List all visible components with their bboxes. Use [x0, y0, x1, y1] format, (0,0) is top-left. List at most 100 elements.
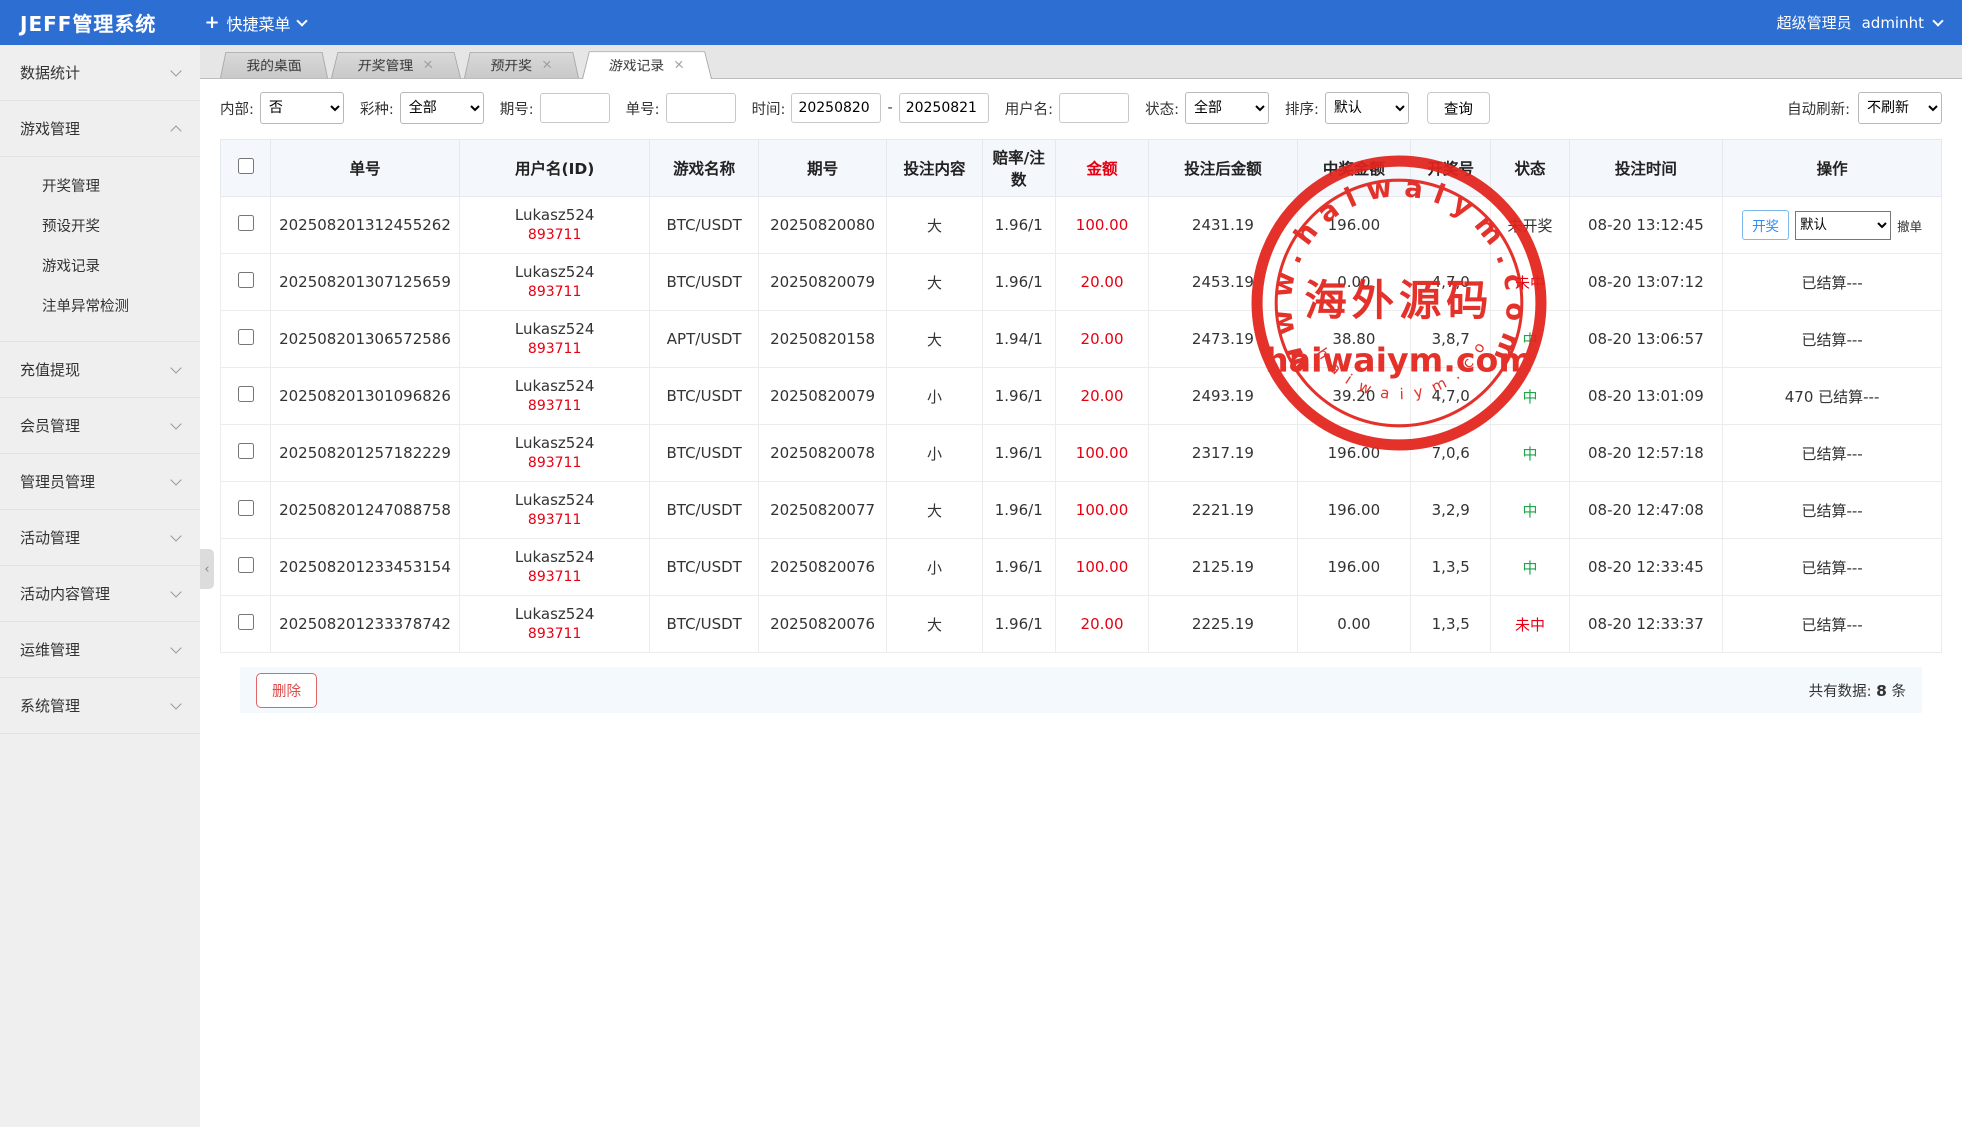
sidebar-item-label: 活动内容管理	[20, 583, 110, 604]
delete-button[interactable]: 删除	[256, 673, 317, 708]
cell-bet-content: 大	[887, 311, 982, 368]
sidebar-item[interactable]: 运维管理	[0, 622, 200, 678]
column-header: 用户名(ID)	[459, 140, 650, 197]
filter-status-select[interactable]: 全部	[1185, 92, 1269, 124]
cell-amount: 20.00	[1055, 596, 1148, 653]
cell-balance-after: 2225.19	[1149, 596, 1298, 653]
row-checkbox[interactable]	[238, 272, 254, 288]
cell-balance-after: 2125.19	[1149, 539, 1298, 596]
query-button[interactable]: 查询	[1427, 92, 1490, 124]
sidebar-collapse-handle[interactable]: ‹	[200, 549, 214, 589]
cell-username: Lukasz524893711	[459, 368, 650, 425]
filter-order-input[interactable]	[666, 93, 736, 123]
select-all-checkbox[interactable]	[238, 158, 254, 174]
chevron-down-icon	[170, 362, 181, 373]
filter-internal-select[interactable]: 否	[260, 92, 344, 124]
cell-bet-content: 大	[887, 197, 982, 254]
cell-username: Lukasz524893711	[459, 197, 650, 254]
filter-time-to-input[interactable]	[899, 93, 989, 123]
username-text: Lukasz524	[464, 263, 646, 283]
cell-draw-numbers	[1411, 197, 1491, 254]
cell-game-name: BTC/USDT	[650, 197, 758, 254]
filter-sort-select[interactable]: 默认	[1325, 92, 1409, 124]
draw-mode-select[interactable]: 默认	[1795, 211, 1891, 240]
cell-odds: 1.96/1	[982, 197, 1055, 254]
settled-text: 已结算---	[1801, 559, 1862, 577]
cell-action: 开奖默认撤单	[1723, 197, 1942, 254]
sidebar-item[interactable]: 活动内容管理	[0, 566, 200, 622]
column-header: 金额	[1055, 140, 1148, 197]
user-id-text: 893711	[464, 511, 646, 529]
auto-refresh-select[interactable]: 不刷新	[1858, 92, 1942, 124]
cell-username: Lukasz524893711	[459, 596, 650, 653]
tab-close-icon[interactable]: ×	[541, 59, 553, 72]
cell-win-amount: 38.80	[1297, 311, 1410, 368]
cell-username: Lukasz524893711	[459, 311, 650, 368]
cell-odds: 1.96/1	[982, 482, 1055, 539]
tab-item[interactable]: 我的桌面	[220, 52, 328, 78]
column-header: 投注内容	[887, 140, 982, 197]
settled-text: 已结算---	[1801, 502, 1862, 520]
cell-draw-numbers: 3,2,9	[1411, 482, 1491, 539]
tab-item[interactable]: 开奖管理×	[331, 52, 461, 78]
sidebar-item[interactable]: 数据统计	[0, 45, 200, 101]
row-checkbox[interactable]	[238, 386, 254, 402]
tab-close-icon[interactable]: ×	[422, 59, 435, 72]
row-checkbox[interactable]	[238, 557, 254, 573]
cell-bet-time: 08-20 13:12:45	[1569, 197, 1723, 254]
row-checkbox[interactable]	[238, 215, 254, 231]
cell-order-no: 202508201247088758	[271, 482, 460, 539]
filter-lottery-label: 彩种:	[360, 98, 394, 119]
total-label: 共有数据:	[1809, 684, 1872, 700]
cell-balance-after: 2431.19	[1149, 197, 1298, 254]
filter-bar: 内部: 否 彩种: 全部 期号: 单号: 时间: - 用户名: 状态: 全部 排…	[200, 79, 1962, 135]
tab-close-icon[interactable]: ×	[673, 59, 686, 72]
chevron-down-icon	[170, 642, 181, 653]
cell-odds: 1.96/1	[982, 368, 1055, 425]
cancel-order-link[interactable]: 撤单	[1897, 216, 1922, 235]
sidebar-subitem[interactable]: 注单异常检测	[0, 287, 200, 327]
sidebar-item[interactable]: 游戏管理	[0, 101, 200, 157]
sidebar-item[interactable]: 充值提现	[0, 342, 200, 398]
sidebar-item[interactable]: 管理员管理	[0, 454, 200, 510]
column-header: 操作	[1723, 140, 1942, 197]
user-menu[interactable]: 超级管理员 adminht	[1777, 12, 1942, 33]
draw-button[interactable]: 开奖	[1742, 210, 1789, 240]
table-row: 202508201307125659Lukasz524893711BTC/USD…	[221, 254, 1942, 311]
total-number: 8	[1876, 682, 1887, 700]
total-unit: 条	[1892, 684, 1907, 700]
row-checkbox[interactable]	[238, 329, 254, 345]
sidebar-subitem[interactable]: 预设开奖	[0, 207, 200, 247]
sidebar-item[interactable]: 会员管理	[0, 398, 200, 454]
user-name: adminht	[1862, 14, 1924, 32]
sidebar-item[interactable]: 活动管理	[0, 510, 200, 566]
sidebar-item-label: 数据统计	[20, 62, 80, 83]
cell-amount: 20.00	[1055, 311, 1148, 368]
tab-item[interactable]: 游戏记录×	[582, 51, 712, 79]
filter-time-from-input[interactable]	[791, 93, 881, 123]
sidebar-subitem[interactable]: 游戏记录	[0, 247, 200, 287]
header-checkbox-cell	[221, 140, 271, 197]
cell-order-no: 202508201233378742	[271, 596, 460, 653]
filter-username-input[interactable]	[1059, 93, 1129, 123]
cell-amount: 20.00	[1055, 254, 1148, 311]
cell-order-no: 202508201312455262	[271, 197, 460, 254]
filter-lottery-select[interactable]: 全部	[400, 92, 484, 124]
row-checkbox[interactable]	[238, 500, 254, 516]
sidebar-item[interactable]: 系统管理	[0, 678, 200, 734]
cell-amount: 20.00	[1055, 368, 1148, 425]
row-checkbox[interactable]	[238, 614, 254, 630]
tab-item[interactable]: 预开奖×	[464, 52, 579, 78]
cell-action: 已结算---	[1723, 254, 1942, 311]
cell-win-amount: 196.00	[1297, 539, 1410, 596]
sidebar-subitem[interactable]: 开奖管理	[0, 167, 200, 207]
cell-bet-content: 小	[887, 539, 982, 596]
column-header: 状态	[1491, 140, 1569, 197]
quick-menu[interactable]: + 快捷菜单	[204, 11, 305, 35]
filter-issue-input[interactable]	[540, 93, 610, 123]
settled-text: 已结算---	[1801, 445, 1862, 463]
sidebar-menu: 数据统计游戏管理开奖管理预设开奖游戏记录注单异常检测充值提现会员管理管理员管理活…	[0, 45, 200, 734]
cell-bet-content: 大	[887, 596, 982, 653]
row-checkbox[interactable]	[238, 443, 254, 459]
chevron-down-icon	[1932, 15, 1943, 26]
